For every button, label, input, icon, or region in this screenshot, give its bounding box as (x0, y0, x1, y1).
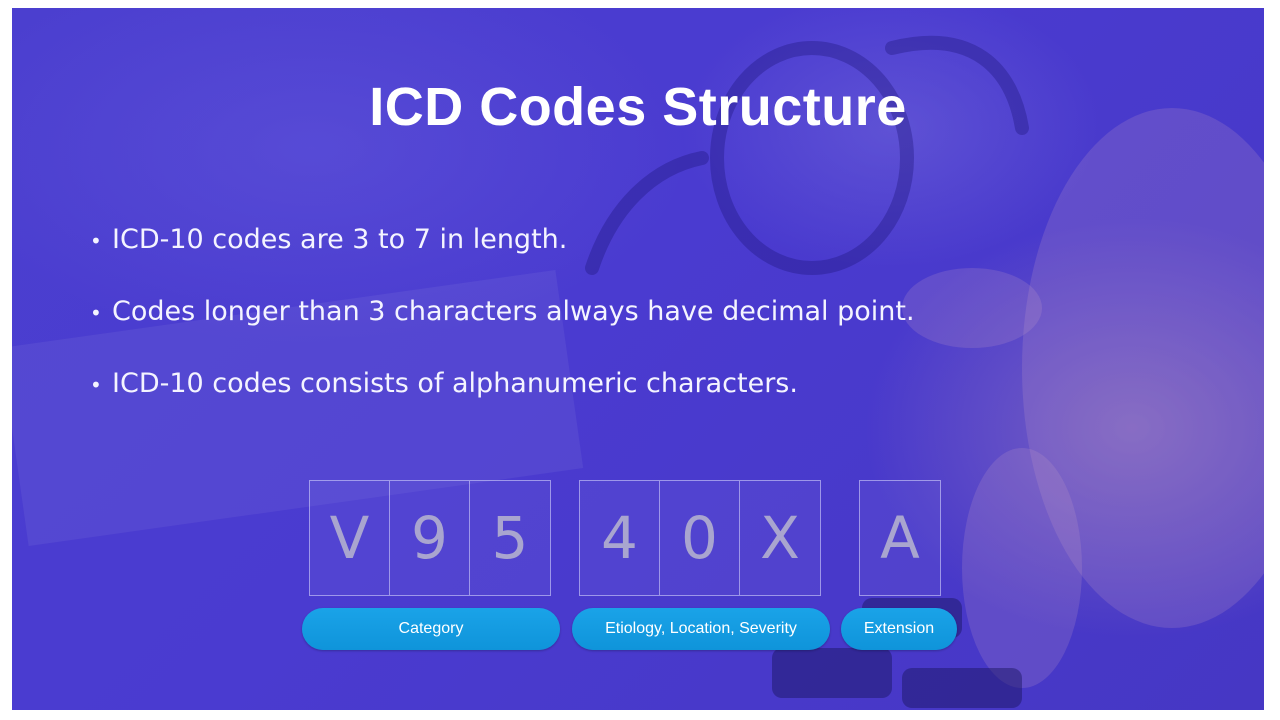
code-group-extension: A (859, 480, 941, 596)
code-character: 9 (390, 481, 470, 595)
category-label: Category (302, 608, 560, 650)
code-character: 4 (580, 481, 660, 595)
code-character: A (880, 504, 920, 572)
bullet-list: • ICD-10 codes are 3 to 7 in length. • Cod… (90, 222, 915, 438)
slide-title: ICD Codes Structure (369, 77, 907, 137)
bullet-item: • ICD-10 codes are 3 to 7 in length. (90, 222, 915, 258)
bullet-dot: • (90, 301, 102, 325)
code-character: 0 (660, 481, 740, 595)
bullet-dot: • (90, 373, 102, 397)
bullet-item: • ICD-10 codes consists of alphanumeric c… (90, 366, 915, 402)
etiology-label: Etiology, Location, Severity (572, 608, 830, 650)
bullet-dot: • (90, 229, 102, 253)
code-group-category: V 9 5 (309, 480, 551, 596)
code-character: X (760, 504, 800, 572)
bullet-text: Codes longer than 3 characters always ha… (112, 296, 915, 327)
bullet-text: ICD-10 codes are 3 to 7 in length. (112, 224, 568, 255)
slide: ICD Codes Structure • ICD-10 codes are 3 … (12, 8, 1264, 710)
bullet-item: • Codes longer than 3 characters always h… (90, 294, 915, 330)
code-character: 5 (491, 504, 529, 572)
code-character: V (310, 481, 390, 595)
extension-label: Extension (841, 608, 957, 650)
bullet-text: ICD-10 codes consists of alphanumeric ch… (112, 368, 798, 399)
code-group-etiology: 4 0 X (579, 480, 821, 596)
